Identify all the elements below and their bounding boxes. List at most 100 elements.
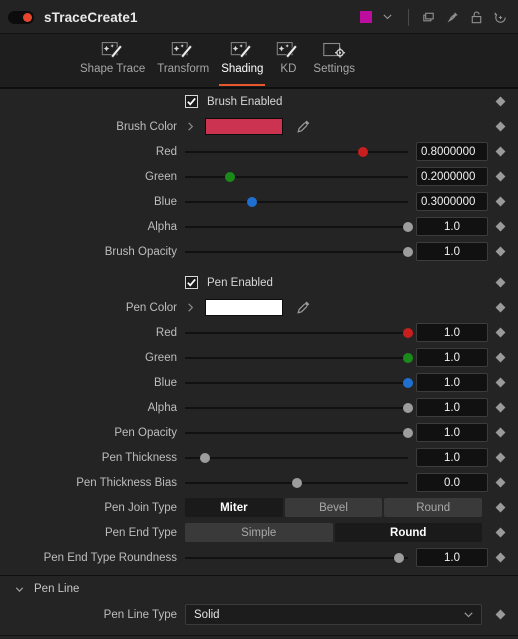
keyframe-diamond-icon[interactable] [488, 427, 512, 438]
pen-blue-slider[interactable] [185, 374, 413, 392]
pen-thickness-slider[interactable] [185, 449, 408, 467]
brush-green-value-input[interactable]: 0.2000000 [416, 167, 488, 186]
chevron-right-icon[interactable] [183, 302, 197, 313]
pen-enabled-checkbox[interactable] [185, 276, 198, 289]
chevron-down-icon[interactable] [14, 584, 28, 595]
pen-red-value-input[interactable]: 1.0 [416, 323, 488, 342]
pin-icon[interactable] [445, 10, 460, 25]
keyframe-diamond-icon[interactable] [488, 196, 512, 207]
slider-knob[interactable] [200, 452, 211, 463]
pen-end-type-label: Pen End Type [104, 526, 177, 539]
keyframe-diamond-icon[interactable] [488, 552, 512, 563]
pen-blue-value-input[interactable]: 1.0 [416, 373, 488, 392]
row-brush-blue: Blue 0.3000000 [0, 189, 518, 214]
keyframe-diamond-icon[interactable] [488, 246, 512, 257]
slider-knob[interactable] [246, 196, 257, 207]
brush-red-value-input[interactable]: 0.8000000 [416, 142, 488, 161]
slider-knob[interactable] [403, 221, 413, 232]
pen-opacity-slider[interactable] [185, 424, 413, 442]
pen-join-type-option-miter[interactable]: Miter [185, 498, 283, 517]
keyframe-diamond-icon[interactable] [488, 609, 512, 620]
brush-green-slider[interactable] [185, 168, 408, 186]
brush-color-swatch[interactable] [205, 118, 283, 135]
brush-blue-value-input[interactable]: 0.3000000 [416, 192, 488, 211]
slider-track [185, 556, 408, 559]
slider-knob[interactable] [403, 402, 413, 413]
keyframe-diamond-icon[interactable] [488, 171, 512, 182]
tab-transform[interactable]: Transform [151, 34, 215, 88]
chevron-down-icon[interactable] [381, 10, 396, 25]
keyframe-diamond-icon[interactable] [488, 352, 512, 363]
pen-join-type-option-round[interactable]: Round [384, 498, 483, 517]
pen-end-type-roundness-value-input[interactable]: 1.0 [416, 548, 488, 567]
pen-opacity-value-input[interactable]: 1.0 [416, 423, 488, 442]
eyedropper-icon[interactable] [293, 299, 313, 317]
brush-opacity-slider[interactable] [185, 243, 413, 261]
pen-end-type-option-simple[interactable]: Simple [185, 523, 333, 542]
keyframe-diamond-icon[interactable] [488, 277, 512, 288]
keyframe-diamond-icon[interactable] [488, 146, 512, 157]
keyframe-diamond-icon[interactable] [488, 302, 512, 313]
eyedropper-icon[interactable] [293, 118, 313, 136]
slider-knob[interactable] [224, 171, 235, 182]
slider-knob[interactable] [403, 327, 413, 338]
slider-knob[interactable] [358, 146, 369, 157]
slider-track [185, 150, 408, 153]
pen-end-type-roundness-label: Pen End Type Roundness [43, 551, 177, 564]
unlock-icon[interactable] [469, 10, 484, 25]
slider-knob[interactable] [403, 246, 413, 257]
tab-shape-trace[interactable]: Shape Trace [74, 34, 151, 88]
group-header-pen-line[interactable]: Pen Line [0, 576, 518, 602]
slider-knob[interactable] [394, 552, 405, 563]
panel-body: Brush Enabled Brush Color Red 0.8000000 Gr… [0, 88, 518, 636]
brush-enabled-checkbox[interactable] [185, 95, 198, 108]
pen-thickness-bias-slider[interactable] [185, 474, 408, 492]
tab-kd[interactable]: KD [269, 34, 307, 88]
pen-red-slider[interactable] [185, 324, 413, 342]
row-brush-alpha: Alpha 1.0 [0, 214, 518, 239]
pen-green-value-input[interactable]: 1.0 [416, 348, 488, 367]
slider-knob[interactable] [403, 352, 413, 363]
pen-line-type-dropdown[interactable]: Solid [185, 604, 482, 625]
keyframe-diamond-icon[interactable] [488, 221, 512, 232]
brush-enabled-label: Brush Enabled [207, 95, 283, 108]
keyframe-diamond-icon[interactable] [488, 502, 512, 513]
brush-alpha-slider[interactable] [185, 218, 413, 236]
pen-color-swatch[interactable] [205, 299, 283, 316]
keyframe-diamond-icon[interactable] [488, 327, 512, 338]
node-color-chip[interactable] [360, 11, 372, 23]
pen-alpha-value-input[interactable]: 1.0 [416, 398, 488, 417]
node-enable-toggle[interactable] [8, 10, 34, 24]
brush-blue-slider[interactable] [185, 193, 408, 211]
chevron-right-icon[interactable] [183, 121, 197, 132]
tab-settings[interactable]: Settings [307, 34, 361, 88]
keyframe-diamond-icon[interactable] [488, 527, 512, 538]
titlebar-actions [360, 8, 508, 26]
keyframe-diamond-icon[interactable] [488, 121, 512, 132]
row-pen-color: Pen Color [0, 295, 518, 320]
pen-end-type-option-round[interactable]: Round [334, 523, 482, 542]
brush-alpha-value-input[interactable]: 1.0 [416, 217, 488, 236]
keyframe-diamond-icon[interactable] [488, 452, 512, 463]
pen-join-type-option-bevel[interactable]: Bevel [284, 498, 383, 517]
keyframe-diamond-icon[interactable] [488, 402, 512, 413]
keyframe-diamond-icon[interactable] [488, 96, 512, 107]
slider-knob[interactable] [403, 377, 413, 388]
pen-thickness-value-input[interactable]: 1.0 [416, 448, 488, 467]
brush-opacity-value-input[interactable]: 1.0 [416, 242, 488, 261]
slider-track [185, 250, 408, 253]
slider-knob[interactable] [403, 427, 413, 438]
row-brush-opacity: Brush Opacity 1.0 [0, 239, 518, 264]
slider-knob[interactable] [291, 477, 302, 488]
tab-strip: Shape Trace Transform Shading KD Settings [0, 34, 518, 88]
keyframe-diamond-icon[interactable] [488, 477, 512, 488]
tab-shading[interactable]: Shading [215, 34, 269, 88]
pen-green-slider[interactable] [185, 349, 413, 367]
duplicate-icon[interactable] [421, 10, 436, 25]
pen-alpha-slider[interactable] [185, 399, 413, 417]
brush-red-slider[interactable] [185, 143, 408, 161]
pen-end-type-roundness-slider[interactable] [185, 549, 408, 567]
keyframe-diamond-icon[interactable] [488, 377, 512, 388]
pen-thickness-bias-value-input[interactable]: 0.0 [416, 473, 488, 492]
reset-history-icon[interactable] [493, 10, 508, 25]
